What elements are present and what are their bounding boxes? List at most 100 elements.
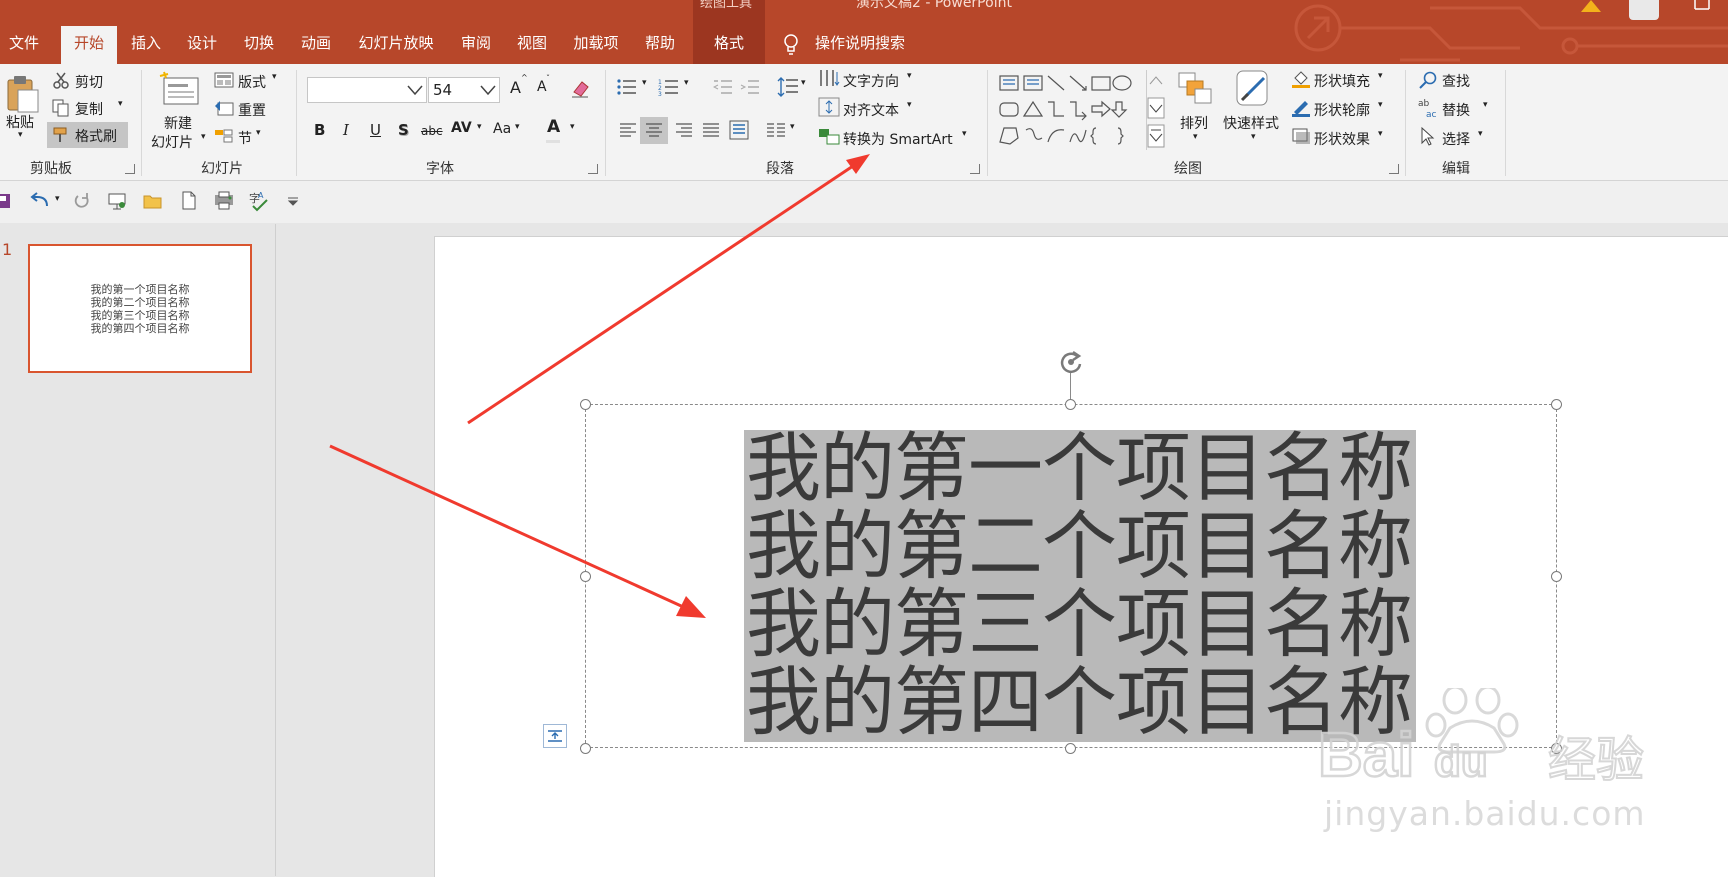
arrange-dropdown[interactable]: ▾: [1193, 132, 1198, 142]
redo-icon[interactable]: [73, 192, 91, 210]
slide-text-line[interactable]: 我的第四个项目名称: [746, 664, 1413, 740]
save-icon[interactable]: [0, 192, 12, 210]
tell-me-search[interactable]: 操作说明搜索: [815, 26, 905, 60]
slide-text-line[interactable]: 我的第三个项目名称: [746, 586, 1413, 662]
resize-handle-top-right[interactable]: [1551, 399, 1562, 410]
align-text-button[interactable]: 对齐文本: [843, 100, 899, 120]
tab-transitions[interactable]: 切换: [235, 26, 283, 64]
replace-dropdown[interactable]: ▾: [1483, 100, 1488, 110]
justify-icon[interactable]: [702, 122, 720, 138]
decrease-indent-icon[interactable]: [713, 78, 733, 96]
line-spacing-icon[interactable]: [777, 76, 799, 98]
eraser-icon[interactable]: [570, 78, 590, 98]
layout-button[interactable]: 版式: [238, 72, 266, 92]
new-slide-label-2[interactable]: 幻灯片: [151, 132, 193, 152]
increase-indent-icon[interactable]: [740, 78, 760, 96]
numbering-dropdown[interactable]: ▾: [684, 78, 689, 88]
tab-insert[interactable]: 插入: [122, 26, 170, 64]
text-direction-button[interactable]: 文字方向: [843, 71, 899, 91]
tab-addins[interactable]: 加载项: [565, 26, 627, 64]
new-slide-label-1[interactable]: 新建: [164, 113, 192, 133]
section-dropdown[interactable]: ▾: [256, 128, 261, 138]
replace-button[interactable]: 替换: [1442, 100, 1470, 120]
drawing-launcher[interactable]: [1389, 164, 1399, 174]
new-slide-dropdown[interactable]: ▾: [201, 132, 206, 142]
align-text-dropdown[interactable]: ▾: [907, 100, 912, 110]
tab-help[interactable]: 帮助: [635, 26, 685, 64]
bold-button[interactable]: B: [314, 121, 325, 139]
find-button[interactable]: 查找: [1442, 71, 1470, 91]
resize-handle-top[interactable]: [1065, 399, 1076, 410]
tab-file[interactable]: 文件: [0, 26, 48, 64]
spelling-icon[interactable]: 字A: [249, 190, 271, 212]
shapes-gallery[interactable]: [996, 72, 1146, 152]
case-dropdown[interactable]: ▾: [515, 122, 520, 132]
resize-handle-bottom-left[interactable]: [580, 743, 591, 754]
new-file-icon[interactable]: [181, 191, 197, 211]
spacing-dropdown[interactable]: ▾: [477, 122, 482, 132]
restore-icon[interactable]: [1694, 0, 1710, 10]
shape-effects-button[interactable]: 形状效果: [1314, 129, 1370, 149]
paste-label[interactable]: 粘贴: [6, 112, 34, 132]
shape-fill-dropdown[interactable]: ▾: [1378, 71, 1383, 81]
text-direction-dropdown[interactable]: ▾: [907, 71, 912, 81]
reset-button[interactable]: 重置: [238, 100, 266, 120]
presentation-icon[interactable]: [107, 192, 129, 210]
arrange-label[interactable]: 排列: [1180, 113, 1208, 133]
underline-button[interactable]: U: [370, 121, 381, 139]
tab-review[interactable]: 审阅: [452, 26, 500, 64]
chevron-down-icon[interactable]: [407, 84, 423, 96]
italic-button[interactable]: I: [343, 121, 349, 139]
quick-styles-dropdown[interactable]: ▾: [1251, 132, 1256, 142]
select-button[interactable]: 选择: [1442, 129, 1470, 149]
change-case-button[interactable]: Aa: [493, 121, 511, 137]
bullets-dropdown[interactable]: ▾: [642, 78, 647, 88]
paste-icon[interactable]: [6, 74, 40, 114]
chevron-down-icon[interactable]: [480, 84, 496, 96]
avatar[interactable]: [1629, 0, 1659, 20]
character-spacing-button[interactable]: AV: [451, 120, 472, 136]
tab-animations[interactable]: 动画: [292, 26, 340, 64]
tab-slideshow[interactable]: 幻灯片放映: [350, 26, 442, 64]
rotate-handle-icon[interactable]: [1057, 348, 1085, 376]
numbering-icon[interactable]: 123: [658, 78, 680, 96]
resize-handle-right[interactable]: [1551, 571, 1562, 582]
print-preview-icon[interactable]: [213, 191, 235, 211]
text-shadow-button[interactable]: S: [398, 121, 409, 139]
resize-handle-left[interactable]: [580, 571, 591, 582]
warning-icon[interactable]: [1581, 0, 1601, 12]
tab-home[interactable]: 开始: [61, 26, 117, 64]
bullets-icon[interactable]: [616, 78, 638, 96]
slide-text-line[interactable]: 我的第二个项目名称: [746, 508, 1413, 584]
convert-smartart-button[interactable]: 转换为 SmartArt: [843, 129, 953, 149]
slide-thumbnail[interactable]: 我的第一个项目名称 我的第二个项目名称 我的第三个项目名称 我的第四个项目名称: [28, 244, 252, 373]
gallery-scroll[interactable]: [1146, 70, 1165, 150]
font-color-dropdown[interactable]: ▾: [570, 122, 575, 132]
distributed-icon[interactable]: [729, 120, 749, 140]
align-right-icon[interactable]: [675, 122, 693, 138]
new-slide-icon[interactable]: [158, 70, 200, 106]
clipboard-launcher[interactable]: [125, 164, 135, 174]
cut-button[interactable]: 剪切: [75, 72, 103, 92]
font-color-button[interactable]: A: [547, 117, 560, 137]
undo-dropdown[interactable]: ▾: [55, 194, 60, 204]
tab-format[interactable]: 格式: [693, 26, 765, 64]
align-left-icon[interactable]: [619, 122, 637, 138]
grow-font-button[interactable]: A: [510, 78, 521, 97]
columns-dropdown[interactable]: ▾: [790, 122, 795, 132]
paste-dropdown[interactable]: ▾: [18, 130, 23, 140]
copy-dropdown[interactable]: ▾: [118, 99, 123, 109]
tab-view[interactable]: 视图: [508, 26, 556, 64]
select-dropdown[interactable]: ▾: [1478, 129, 1483, 139]
font-launcher[interactable]: [588, 164, 598, 174]
customize-qat-icon[interactable]: [287, 195, 299, 207]
strikethrough-button[interactable]: abc: [421, 124, 443, 138]
quick-styles-icon[interactable]: [1234, 68, 1274, 110]
columns-icon[interactable]: [766, 122, 786, 138]
copy-button[interactable]: 复制: [75, 99, 103, 119]
quick-styles-label[interactable]: 快速样式: [1223, 113, 1279, 133]
resize-handle-top-left[interactable]: [580, 399, 591, 410]
shape-fill-button[interactable]: 形状填充: [1314, 71, 1370, 91]
autofit-options-button[interactable]: [543, 724, 567, 748]
arrange-icon[interactable]: [1176, 70, 1216, 110]
